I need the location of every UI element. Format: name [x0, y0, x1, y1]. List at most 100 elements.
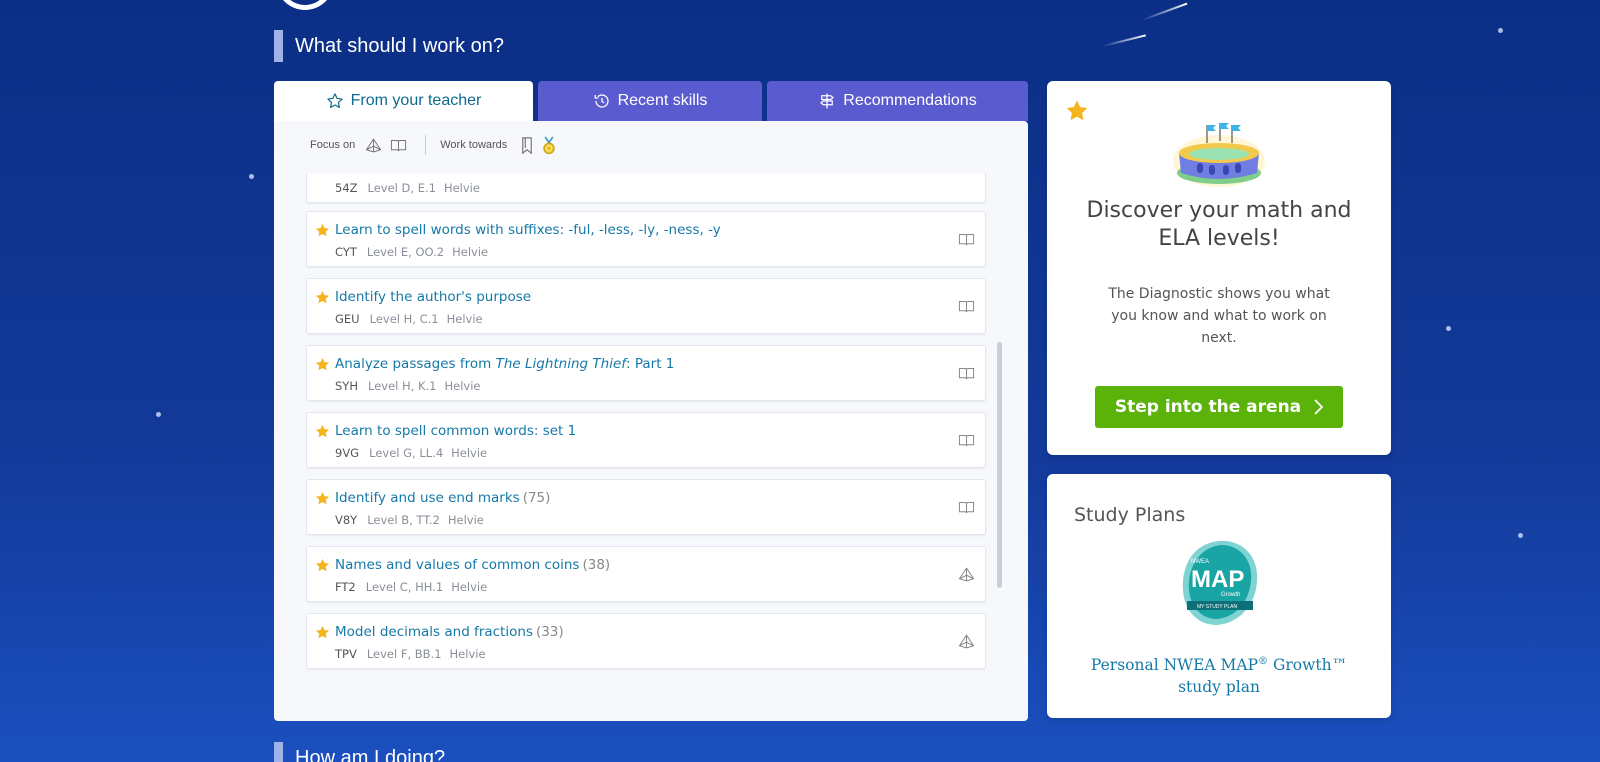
shooting-star	[1141, 2, 1188, 21]
tab-from-your-teacher[interactable]: From your teacher	[274, 81, 533, 121]
skill-title-book: The Lightning Thief	[495, 356, 627, 372]
heading-accent-bar	[274, 742, 283, 762]
book-icon	[958, 433, 975, 452]
skill-source: Helvie	[443, 181, 480, 195]
header-avatar-ring	[276, 0, 334, 10]
page-title: What should I work on?	[295, 34, 504, 57]
skill-level: Level H, K.1	[367, 379, 437, 393]
signpost-icon	[820, 93, 835, 109]
skill-title-text: Learn to spell common words: set 1	[335, 423, 577, 439]
skill-code: GEU	[335, 312, 360, 326]
registered-mark: ®	[1258, 656, 1269, 667]
diagnostic-title-line1: Discover your math and	[1086, 198, 1352, 223]
book-icon	[958, 232, 975, 251]
work-on-heading: What should I work on?	[274, 30, 504, 62]
section-title: How am I doing?	[295, 746, 446, 762]
tab-recommendations[interactable]: Recommendations	[767, 81, 1028, 121]
diagnostic-title: Discover your math and ELA levels!	[1047, 197, 1391, 253]
skill-code: 54Z	[335, 181, 358, 195]
skill-title: Analyze passages from The Lightning Thie…	[335, 356, 674, 372]
assigned-star-icon	[315, 558, 330, 577]
skill-list-scrollbar[interactable]	[997, 342, 1002, 588]
study-plans-title: Study Plans	[1074, 504, 1186, 526]
skill-source: Helvie	[446, 312, 483, 326]
skill-title-post: : Part 1	[626, 356, 675, 372]
skill-item[interactable]: 54Z Level D, E.1 Helvie	[306, 173, 986, 203]
skill-question-count: (75)	[522, 490, 551, 506]
skill-code: V8Y	[335, 513, 358, 527]
focus-on-label: Focus on	[310, 139, 356, 151]
skill-item[interactable]: Analyze passages from The Lightning Thie…	[306, 345, 986, 401]
background-star	[1446, 326, 1451, 331]
skill-item[interactable]: Model decimals and fractions (33) TPV Leve…	[306, 613, 986, 669]
arena-illustration-icon	[1173, 123, 1265, 187]
skill-title-text: Identify and use end marks	[335, 490, 520, 506]
shooting-star	[1102, 34, 1146, 47]
background-star	[249, 174, 254, 179]
math-pyramid-icon	[958, 634, 975, 653]
medal-icon[interactable]	[541, 135, 557, 155]
book-icon[interactable]	[390, 138, 407, 153]
skill-title-text: Model decimals and fractions	[335, 624, 533, 640]
skill-question-count: (38)	[582, 557, 611, 573]
skill-level: Level H, C.1	[369, 312, 439, 326]
skill-item[interactable]: Learn to spell words with suffixes: -ful…	[306, 211, 986, 267]
nwea-study-plan-link[interactable]: Personal NWEA MAP® Growth™ study plan	[1047, 651, 1391, 698]
skill-item[interactable]: Identify and use end marks (75) V8Y Level …	[306, 479, 986, 535]
skills-tabs: From your teacher Recent skills Recommen…	[274, 81, 1028, 121]
tab-recent-skills[interactable]: Recent skills	[538, 81, 762, 121]
tab-label: Recommendations	[843, 92, 977, 109]
study-link-line2: study plan	[1178, 678, 1260, 697]
skill-level: Level C, HH.1	[365, 580, 444, 594]
skills-panel-body: Focus on Work towards 54Z Level D, E.1 Hel…	[274, 121, 1028, 721]
math-pyramid-icon[interactable]	[365, 138, 382, 153]
how-am-i-doing-heading: How am I doing?	[274, 742, 445, 762]
skill-meta: 54Z Level D, E.1 Helvie	[335, 181, 480, 195]
skill-meta: SYH Level H, K.1 Helvie	[335, 379, 480, 393]
tab-label: Recent skills	[617, 92, 708, 109]
assigned-star-icon	[315, 625, 330, 644]
skill-title: Identify and use end marks (75)	[335, 490, 550, 506]
bookmark-icon[interactable]	[521, 136, 533, 154]
arena-button-label: Step into the arena	[1114, 397, 1302, 417]
skill-meta: CYT Level E, OO.2 Helvie	[335, 245, 488, 259]
work-towards-label: Work towards	[440, 139, 508, 151]
star-outline-icon	[326, 93, 343, 109]
assigned-star-icon	[315, 491, 330, 510]
filter-toolbar: Focus on Work towards	[310, 135, 561, 155]
skill-source: Helvie	[447, 513, 484, 527]
skill-source: Helvie	[449, 647, 486, 661]
logo-growth-text: Growth	[1221, 592, 1240, 598]
skill-item[interactable]: Names and values of common coins (38) FT2…	[306, 546, 986, 602]
skill-source: Helvie	[444, 379, 481, 393]
history-icon	[594, 94, 609, 108]
skill-item[interactable]: Identify the author's purpose GEU Level H…	[306, 278, 986, 334]
skill-title-text: Learn to spell words with suffixes: -ful…	[335, 222, 721, 238]
skill-title-text: Names and values of common coins	[335, 557, 580, 573]
skill-code: SYH	[335, 379, 358, 393]
study-link-post: Growth™	[1268, 656, 1348, 675]
skill-title: Identify the author's purpose	[335, 289, 531, 305]
skill-question-count: (33)	[535, 624, 564, 640]
math-pyramid-icon	[958, 567, 975, 586]
skill-list[interactable]: 54Z Level D, E.1 Helvie Learn to spell wor…	[306, 173, 990, 713]
skill-level: Level D, E.1	[367, 181, 436, 195]
skill-meta: 9VG Level G, LL.4 Helvie	[335, 446, 487, 460]
skill-title-text: Identify the author's purpose	[335, 289, 532, 305]
toolbar-divider	[425, 135, 427, 155]
heading-accent-bar	[274, 30, 283, 62]
skill-source: Helvie	[452, 245, 489, 259]
skill-meta: FT2 Level C, HH.1 Helvie	[335, 580, 487, 594]
logo-band-text: MY STUDY PLAN	[1197, 604, 1237, 610]
skill-source: Helvie	[451, 446, 488, 460]
skill-code: TPV	[335, 647, 357, 661]
skill-code: CYT	[335, 245, 357, 259]
skill-code: FT2	[335, 580, 356, 594]
step-into-arena-button[interactable]: Step into the arena	[1095, 386, 1343, 428]
study-link-line1: Personal NWEA MAP® Growth™	[1047, 651, 1391, 676]
skill-title-pre: Analyze passages from	[335, 356, 496, 372]
skill-title: Model decimals and fractions (33)	[335, 624, 564, 640]
nwea-map-logo[interactable]: NWEA MAP Growth MY STUDY PLAN	[1179, 537, 1261, 629]
diagnostic-card: Discover your math and ELA levels! The D…	[1047, 81, 1391, 455]
skill-item[interactable]: Learn to spell common words: set 1 9VG Le…	[306, 412, 986, 468]
